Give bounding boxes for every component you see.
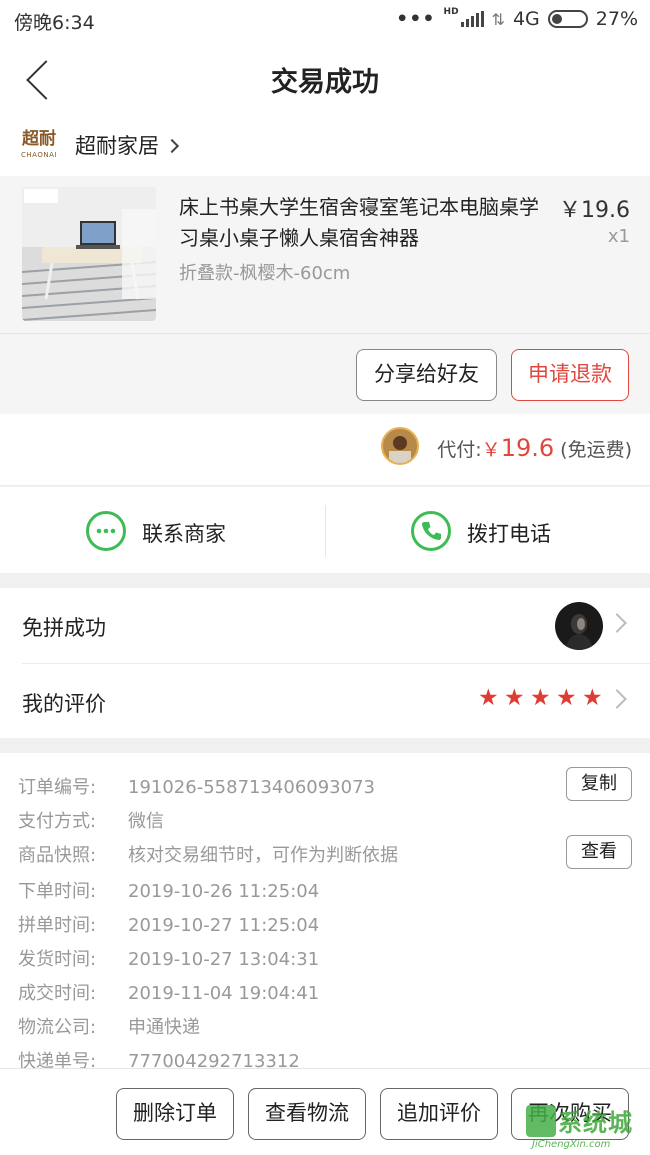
logistics-company: 申通快递: [128, 1017, 200, 1038]
my-review-row[interactable]: 我的评价 ★ ★ ★ ★ ★: [0, 664, 650, 739]
view-logistics-button[interactable]: 查看物流: [248, 1088, 366, 1140]
call-phone-label: 拨打电话: [467, 522, 551, 546]
watermark-url: JiChengXin.com: [532, 1139, 611, 1150]
site-watermark: 系统城 JiChengXin.com: [524, 1103, 646, 1153]
info-key: 商品快照:: [18, 845, 97, 866]
page-title: 交易成功: [271, 67, 379, 98]
info-key: 物流公司:: [18, 1017, 97, 1038]
battery-icon: [547, 10, 588, 28]
tracking-number: 777004292713312: [128, 1051, 300, 1068]
chat-bubble-icon: [86, 511, 126, 551]
deal-time-row: 成交时间: 2019-11-04 19:04:41: [18, 979, 319, 1005]
order-number-row: 订单编号: 191026-558713406093073: [18, 773, 375, 799]
my-review-label: 我的评价: [22, 692, 106, 716]
payment-prefix: 代付:: [437, 439, 482, 461]
logistics-company-row: 物流公司: 申通快递: [18, 1013, 200, 1039]
watermark-text: 系统城: [558, 1109, 633, 1137]
deal-time: 2019-11-04 19:04:41: [128, 983, 320, 1004]
shop-logo-subtext: CHAONAI: [21, 151, 57, 159]
contact-bar: 联系商家 拨打电话: [0, 487, 650, 573]
star-icon: ★: [582, 685, 603, 711]
info-key: 成交时间:: [18, 983, 97, 1004]
product-title[interactable]: 床上书桌大学生宿舍寝室笔记本电脑桌学习桌小桌子懒人桌宿舍神器: [179, 192, 549, 254]
info-key: 拼单时间:: [18, 915, 97, 936]
contact-merchant-button[interactable]: 联系商家: [0, 487, 325, 573]
group-success-row[interactable]: 免拼成功: [0, 588, 650, 663]
snapshot-row: 商品快照: 核对交易细节时，可作为判断依据: [18, 841, 398, 867]
status-rows: 免拼成功 我的评价 ★ ★ ★ ★ ★: [0, 588, 650, 738]
group-success-label: 免拼成功: [22, 616, 106, 640]
shop-name-link[interactable]: 超耐家居: [75, 130, 180, 160]
shop-name: 超耐家居: [75, 134, 159, 158]
delete-order-button[interactable]: 删除订单: [116, 1088, 234, 1140]
payer-avatar: [381, 427, 419, 465]
hd-badge: HD: [443, 7, 459, 17]
payment-method: 微信: [128, 811, 164, 832]
watermark-logo-icon: [526, 1105, 556, 1137]
product-quantity: x1: [607, 226, 630, 247]
group-time: 2019-10-27 11:25:04: [128, 915, 320, 936]
payment-amount: 19.6: [500, 434, 555, 462]
data-arrows-icon: ⇅: [491, 9, 505, 29]
order-info: 订单编号: 191026-558713406093073 复制 支付方式: 微信 商…: [0, 753, 650, 1068]
divider: [0, 333, 650, 334]
status-bar: 傍晚6:34 ••• HD ⇅ 4G 27%: [0, 0, 650, 38]
status-time: 傍晚6:34: [14, 12, 95, 34]
shipping-note: (免运费): [560, 439, 632, 461]
call-phone-button[interactable]: 拨打电话: [326, 487, 650, 573]
group-time-row: 拼单时间: 2019-10-27 11:25:04: [18, 911, 319, 937]
info-key: 支付方式:: [18, 811, 97, 832]
chevron-right-icon: [164, 138, 180, 154]
product-card: 床上书桌大学生宿舍寝室笔记本电脑桌学习桌小桌子懒人桌宿舍神器 折叠款-枫樱木-6…: [0, 176, 650, 414]
refund-button[interactable]: 申请退款: [511, 349, 629, 401]
info-key: 下单时间:: [18, 881, 97, 902]
chevron-right-icon: [607, 689, 627, 709]
nav-bar: 交易成功: [0, 38, 650, 118]
snapshot-hint: 核对交易细节时，可作为判断依据: [128, 845, 398, 866]
status-icons: ••• HD ⇅ 4G 27%: [396, 7, 638, 30]
product-price: ￥19.6: [559, 198, 630, 223]
tracking-number-row: 快递单号: 777004292713312: [18, 1047, 300, 1068]
info-key: 快递单号:: [18, 1051, 97, 1068]
star-icon: ★: [504, 685, 525, 711]
network-type: 4G: [512, 8, 540, 30]
section-gap: [0, 573, 650, 588]
star-icon: ★: [530, 685, 551, 711]
phone-icon: [411, 511, 451, 551]
chevron-right-icon: [607, 613, 627, 633]
shop-header[interactable]: 超耐 CHAONAI 超耐家居: [0, 118, 650, 176]
star-icon: ★: [556, 685, 577, 711]
currency-symbol: ￥: [481, 439, 501, 461]
copy-button[interactable]: 复制: [566, 767, 632, 801]
payment-method-row: 支付方式: 微信: [18, 807, 164, 833]
ship-time-row: 发货时间: 2019-10-27 13:04:31: [18, 945, 319, 971]
order-number: 191026-558713406093073: [128, 777, 375, 798]
share-button[interactable]: 分享给好友: [356, 349, 497, 401]
order-time-row: 下单时间: 2019-10-26 11:25:04: [18, 877, 319, 903]
signal-icon: [460, 11, 484, 27]
order-time: 2019-10-26 11:25:04: [128, 881, 320, 902]
shop-logo: 超耐 CHAONAI: [20, 128, 58, 166]
battery-level: 27%: [595, 8, 638, 30]
info-key: 订单编号:: [18, 777, 97, 798]
section-gap: [0, 738, 650, 753]
shop-logo-text: 超耐: [22, 129, 56, 149]
notification-dots-icon: •••: [396, 8, 436, 30]
add-review-button[interactable]: 追加评价: [380, 1088, 498, 1140]
product-image[interactable]: [22, 187, 156, 321]
group-member-avatar: [555, 602, 603, 650]
ship-time: 2019-10-27 13:04:31: [128, 949, 320, 970]
info-key: 发货时间:: [18, 949, 97, 970]
rating-stars: ★ ★ ★ ★ ★: [478, 687, 605, 710]
star-icon: ★: [478, 685, 499, 711]
contact-merchant-label: 联系商家: [142, 522, 226, 546]
payment-text: 代付:￥19.6 (免运费): [437, 434, 632, 462]
payment-summary: 代付:￥19.6 (免运费): [0, 414, 650, 486]
view-snapshot-button[interactable]: 查看: [566, 835, 632, 869]
product-spec: 折叠款-枫樱木-60cm: [179, 263, 351, 284]
